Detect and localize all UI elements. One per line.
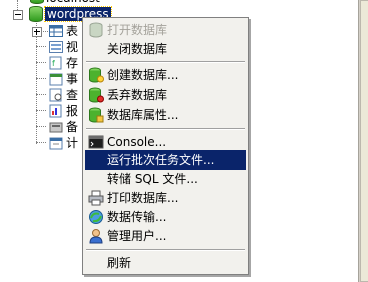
menu-item-database-properties[interactable]: 数据库属性...	[85, 105, 246, 125]
menu-item-label: 关闭数据库	[107, 42, 168, 56]
collapse-toggle[interactable]	[13, 10, 23, 20]
procedure-icon: f	[49, 56, 62, 70]
database-open-icon	[89, 22, 103, 38]
backup-icon	[49, 122, 63, 133]
menu-item-label: Console...	[107, 135, 167, 149]
menu-item-refresh[interactable]: 刷新	[85, 253, 246, 273]
tree-line	[36, 78, 46, 79]
printer-icon	[88, 190, 104, 206]
menu-item-run-batch-file[interactable]: 运行批次任务文件...	[85, 150, 246, 170]
menu-item-close-database[interactable]: 关闭数据库	[85, 39, 246, 59]
menu-item-dump-sql-file[interactable]: 转储 SQL 文件...	[85, 169, 246, 189]
menu-item-label: 刷新	[107, 256, 132, 270]
tree-node-views[interactable]: 视	[66, 40, 78, 54]
tree-line	[36, 110, 46, 111]
data-transfer-icon	[89, 210, 103, 224]
report-icon	[49, 104, 62, 118]
menu-item-create-database[interactable]: 创建数据库...	[85, 65, 246, 85]
database-properties-icon	[89, 107, 104, 123]
object-tree: localhost wordpress 表 视 f 存 事 查	[0, 0, 112, 282]
menu-item-label: 打印数据库...	[107, 191, 179, 205]
tree-node-procedures[interactable]: 存	[66, 56, 78, 70]
query-icon	[49, 88, 62, 102]
menu-item-label: 创建数据库...	[107, 68, 179, 82]
menu-item-print-database[interactable]: 打印数据库...	[85, 188, 246, 208]
menu-separator	[86, 128, 245, 130]
expand-toggle[interactable]	[32, 27, 42, 37]
tree-node-reports[interactable]: 报	[66, 104, 78, 118]
database-create-icon	[89, 67, 104, 83]
table-icon	[49, 25, 63, 37]
context-menu: 打开数据库 关闭数据库 创建数据库... 丢弃数据库 数据库属性... Cons…	[82, 17, 249, 275]
tree-top-node[interactable]: localhost	[46, 0, 100, 5]
menu-item-label: 运行批次任务文件...	[107, 153, 215, 167]
vertical-scrollbar[interactable]	[358, 0, 368, 282]
menu-item-label: 丢弃数据库	[107, 88, 168, 102]
menu-item-drop-database[interactable]: 丢弃数据库	[85, 85, 246, 105]
menu-separator	[86, 61, 245, 63]
menu-item-label: 数据库属性...	[107, 108, 179, 122]
tree-node-schedules[interactable]: 计	[66, 136, 78, 150]
database-drop-icon	[89, 87, 104, 103]
tree-line	[36, 126, 46, 127]
menu-item-label: 打开数据库	[107, 23, 168, 37]
tree-line	[36, 142, 46, 143]
tree-line	[36, 62, 46, 63]
scrollbar-thumb[interactable]	[360, 0, 368, 282]
tree-node-queries[interactable]: 查	[66, 88, 78, 102]
tree-line	[36, 46, 46, 47]
tree-node-backups[interactable]: 备	[66, 120, 78, 134]
menu-separator	[86, 249, 245, 251]
menu-item-open-database[interactable]: 打开数据库	[85, 20, 246, 40]
svg-text:f: f	[52, 59, 55, 68]
menu-item-data-transfer[interactable]: 数据传输...	[85, 207, 246, 227]
tree-line	[36, 94, 46, 95]
menu-item-console[interactable]: Console...	[85, 132, 246, 152]
database-icon	[29, 6, 43, 22]
menu-item-label: 转储 SQL 文件...	[107, 172, 198, 186]
menu-item-label: 管理用户...	[107, 229, 167, 243]
tree-node-tables[interactable]: 表	[66, 24, 78, 38]
view-icon	[49, 41, 63, 53]
tree-node-events[interactable]: 事	[66, 72, 78, 86]
server-icon	[30, 0, 44, 4]
console-icon	[88, 135, 104, 149]
user-icon	[89, 229, 103, 244]
menu-item-manage-users[interactable]: 管理用户...	[85, 226, 246, 246]
menu-item-label: 数据传输...	[107, 210, 167, 224]
event-icon	[49, 73, 63, 86]
schedule-icon	[49, 137, 63, 150]
